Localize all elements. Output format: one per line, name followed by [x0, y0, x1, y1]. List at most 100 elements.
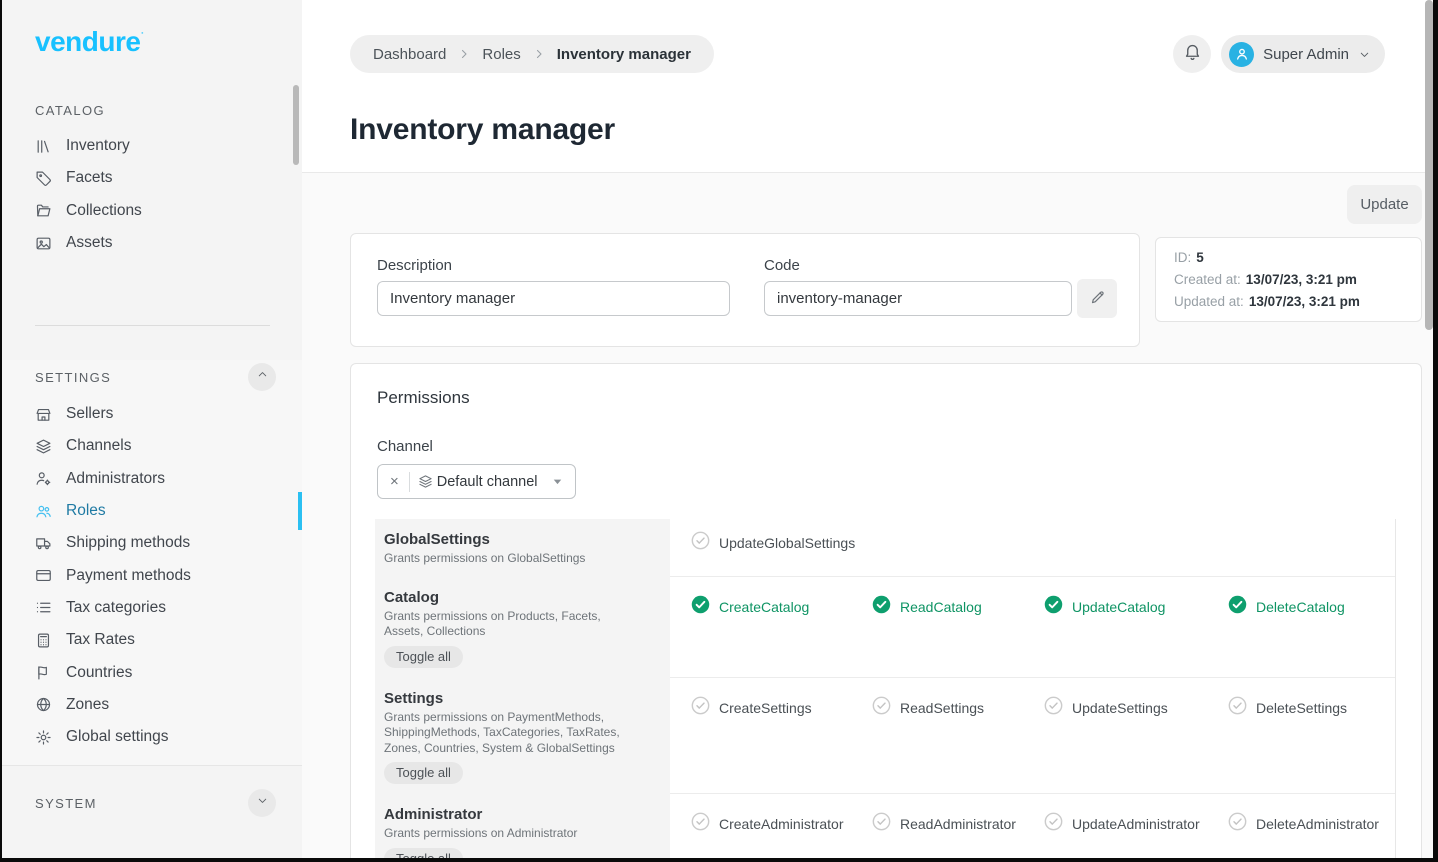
sidebar-item-label: Channels	[66, 437, 132, 455]
sidebar-item-collections[interactable]: Collections	[2, 195, 302, 227]
sidebar-item-zones[interactable]: Zones	[2, 689, 302, 721]
sidebar-section-system: SYSTEM	[2, 786, 302, 824]
breadcrumb-item-inventory-manager: Inventory manager	[557, 46, 691, 63]
chip-divider	[409, 472, 410, 492]
permission-label: CreateSettings	[719, 700, 812, 716]
entity-info-card: ID: 5 Created at: 13/07/23, 3:21 pm Upda…	[1155, 237, 1422, 322]
channel-value: Default channel	[437, 474, 542, 490]
shipping-methods-icon	[35, 534, 53, 552]
permission-group-row-settings: SettingsGrants permissions on PaymentMet…	[375, 678, 1395, 795]
notifications-button[interactable]	[1173, 35, 1211, 73]
permission-group-name: Administrator	[384, 806, 656, 823]
edit-code-button[interactable]	[1077, 279, 1117, 318]
unchecked-circle-icon	[872, 812, 891, 836]
created-at-row: Created at: 13/07/23, 3:21 pm	[1174, 272, 1403, 287]
sellers-icon	[35, 405, 53, 423]
chevron-down-icon	[1358, 48, 1371, 61]
unchecked-circle-icon	[1228, 696, 1247, 720]
logo-text: vendure	[35, 26, 140, 57]
id-value: 5	[1196, 250, 1204, 265]
unchecked-circle-icon	[872, 696, 891, 720]
breadcrumb-item-dashboard[interactable]: Dashboard	[373, 46, 446, 63]
permission-items: UpdateGlobalSettings	[670, 519, 1395, 577]
update-button[interactable]: Update	[1347, 185, 1422, 224]
channels-icon	[35, 437, 53, 455]
permission-checkbox-updatesettings[interactable]: UpdateSettings	[1044, 698, 1228, 718]
unchecked-circle-icon	[1228, 812, 1247, 836]
sidebar-item-payment-methods[interactable]: Payment methods	[2, 559, 302, 591]
section-label: SETTINGS	[35, 370, 111, 385]
permission-label: ReadSettings	[900, 700, 984, 716]
assets-icon	[35, 234, 53, 252]
sidebar-item-global-settings[interactable]: Global settings	[2, 721, 302, 753]
vendure-logo[interactable]: vendure˙	[35, 26, 144, 58]
permission-group-row-globalsettings: GlobalSettings Grants permissions on Glob…	[375, 519, 1395, 577]
toggle-all-button[interactable]: Toggle all	[384, 646, 463, 668]
global-settings-icon	[35, 728, 53, 746]
breadcrumb-item-roles[interactable]: Roles	[482, 46, 520, 63]
permission-checkbox-createsettings[interactable]: CreateSettings	[691, 698, 872, 718]
updated-at-value: 13/07/23, 3:21 pm	[1249, 294, 1360, 309]
permission-checkbox-updatecatalog[interactable]: UpdateCatalog	[1044, 597, 1228, 617]
code-input[interactable]	[764, 281, 1072, 316]
sidebar-item-assets[interactable]: Assets	[2, 227, 302, 259]
permission-group-name: GlobalSettings	[384, 531, 656, 548]
sidebar-item-roles[interactable]: Roles	[2, 495, 302, 527]
description-input[interactable]	[377, 281, 730, 316]
administrators-icon	[35, 470, 53, 488]
tax-rates-icon	[35, 631, 53, 649]
sidebar-item-shipping-methods[interactable]: Shipping methods	[2, 527, 302, 559]
collapse-button[interactable]	[248, 363, 276, 391]
sidebar-item-label: Tax categories	[66, 599, 166, 617]
permission-label: DeleteAdministrator	[1256, 816, 1379, 832]
channel-label: Channel	[377, 438, 433, 455]
code-label: Code	[764, 257, 800, 274]
channels-icon	[418, 474, 433, 489]
collapse-button[interactable]	[248, 789, 276, 817]
page-title: Inventory manager	[350, 113, 615, 147]
facets-icon	[35, 169, 53, 187]
sidebar-scrollbar[interactable]	[293, 85, 299, 165]
page-content: Update Description Code ID: 5 Created at…	[302, 172, 1433, 858]
pencil-icon	[1089, 289, 1106, 309]
permission-group-description: Grants permissions on GlobalSettings	[384, 551, 636, 567]
checked-circle-icon	[1044, 595, 1063, 619]
toggle-all-button[interactable]: Toggle all	[384, 848, 463, 859]
sidebar-item-tax-rates[interactable]: Tax Rates	[2, 624, 302, 656]
sidebar-item-inventory[interactable]: Inventory	[2, 130, 302, 162]
permission-group-name: Catalog	[384, 589, 656, 606]
permission-group-row-administrator: AdministratorGrants permissions on Admin…	[375, 794, 1395, 858]
remove-channel-icon[interactable]: ×	[388, 474, 401, 489]
toggle-all-button[interactable]: Toggle all	[384, 762, 463, 784]
sidebar-item-sellers[interactable]: Sellers	[2, 398, 302, 430]
user-menu-button[interactable]: Super Admin	[1221, 35, 1385, 73]
permission-checkbox-createadministrator[interactable]: CreateAdministrator	[691, 814, 872, 834]
permission-group-row-catalog: CatalogGrants permissions on Products, F…	[375, 577, 1395, 678]
permission-checkbox-readadministrator[interactable]: ReadAdministrator	[872, 814, 1044, 834]
unchecked-circle-icon	[691, 696, 710, 720]
permission-checkbox-createcatalog[interactable]: CreateCatalog	[691, 597, 872, 617]
permission-checkbox-deletecatalog[interactable]: DeleteCatalog	[1228, 597, 1395, 617]
permission-checkbox-deletesettings[interactable]: DeleteSettings	[1228, 698, 1395, 718]
bell-icon	[1183, 42, 1202, 66]
permission-label: UpdateCatalog	[1072, 599, 1165, 615]
countries-icon	[35, 664, 53, 682]
permission-checkbox-readsettings[interactable]: ReadSettings	[872, 698, 1044, 718]
app-window: vendure˙ CATALOG InventoryFacetsCollectio…	[2, 0, 1433, 858]
sidebar-item-countries[interactable]: Countries	[2, 656, 302, 688]
permission-checkbox-updateadministrator[interactable]: UpdateAdministrator	[1044, 814, 1228, 834]
updated-at-row: Updated at: 13/07/23, 3:21 pm	[1174, 294, 1403, 309]
permission-checkbox-updateglobalsettings[interactable]: UpdateGlobalSettings	[691, 533, 872, 553]
sidebar-item-channels[interactable]: Channels	[2, 430, 302, 462]
sidebar-item-label: Countries	[66, 664, 132, 682]
permission-label: UpdateAdministrator	[1072, 816, 1200, 832]
section-header: CATALOG	[2, 98, 302, 122]
sidebar-item-tax-categories[interactable]: Tax categories	[2, 592, 302, 624]
channel-select[interactable]: × Default channel	[377, 464, 576, 499]
permission-checkbox-deleteadministrator[interactable]: DeleteAdministrator	[1228, 814, 1395, 834]
sidebar-item-administrators[interactable]: Administrators	[2, 463, 302, 495]
main-scrollbar[interactable]	[1425, 0, 1433, 330]
permission-checkbox-readcatalog[interactable]: ReadCatalog	[872, 597, 1044, 617]
permissions-heading: Permissions	[377, 388, 470, 408]
sidebar-item-facets[interactable]: Facets	[2, 162, 302, 194]
